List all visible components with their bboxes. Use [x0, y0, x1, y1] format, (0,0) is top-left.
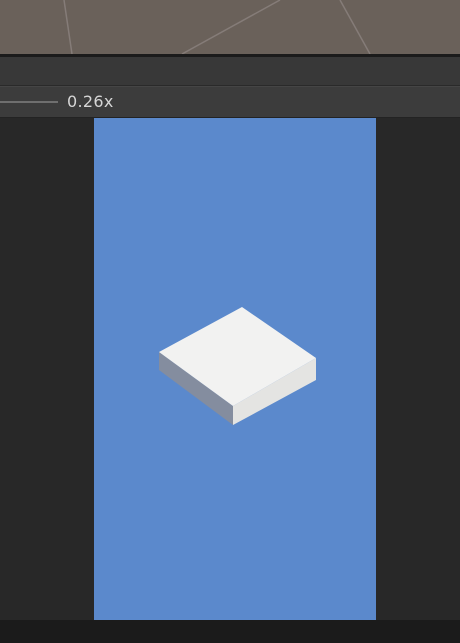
scale-bar: 0.26x [0, 86, 460, 119]
grid-line [181, 0, 281, 54]
grid-line [63, 0, 73, 54]
scale-label: 0.26x [67, 92, 114, 111]
scale-slider[interactable] [0, 101, 58, 103]
bottom-bar [0, 620, 460, 643]
viewport-canvas [94, 118, 376, 620]
game-view-toolbar [0, 57, 460, 86]
scene-grid [63, 0, 371, 54]
game-view [0, 118, 460, 620]
game-viewport[interactable] [94, 118, 376, 620]
grid-line [339, 0, 371, 54]
scene-view-strip[interactable] [0, 0, 460, 54]
